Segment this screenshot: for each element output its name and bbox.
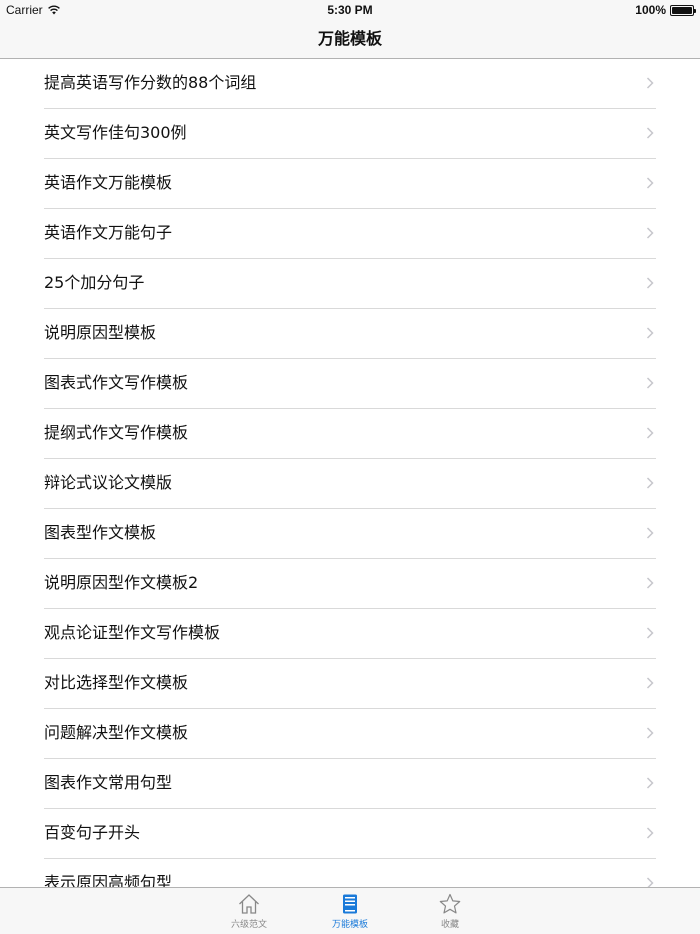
book-icon (343, 894, 357, 914)
list-item[interactable]: 说明原因型模板 (44, 309, 656, 359)
tab-model-essays[interactable]: 六级范文 (209, 888, 289, 934)
chevron-right-icon (646, 427, 654, 439)
status-bar: Carrier 5:30 PM 100% (0, 0, 700, 20)
chevron-right-icon (646, 627, 654, 639)
chevron-right-icon (646, 377, 654, 389)
tab-label: 收藏 (440, 920, 459, 930)
list-item[interactable]: 英语作文万能模板 (44, 159, 656, 209)
list-item-label: 问题解决型作文模板 (44, 723, 189, 742)
list-item-label: 说明原因型模板 (44, 323, 157, 342)
chevron-right-icon (646, 227, 654, 239)
list-item-label: 英语作文万能模板 (44, 173, 173, 192)
star-icon (439, 893, 461, 914)
chevron-right-icon (646, 527, 654, 539)
tab-favorites[interactable]: 收藏 (410, 888, 490, 934)
chevron-right-icon (646, 327, 654, 339)
list-item[interactable]: 百变句子开头 (44, 809, 656, 859)
chevron-right-icon (646, 727, 654, 739)
battery-icon (670, 4, 696, 16)
list-item[interactable]: 说明原因型作文模板2 (44, 559, 656, 609)
chevron-right-icon (646, 827, 654, 839)
list-item-label: 图表式作文写作模板 (44, 373, 189, 392)
list-item[interactable]: 图表型作文模板 (44, 509, 656, 559)
list-item[interactable]: 英语作文万能句子 (44, 209, 656, 259)
list-item-label: 观点论证型作文写作模板 (44, 623, 221, 642)
list-item[interactable]: 图表式作文写作模板 (44, 359, 656, 409)
list-item[interactable]: 表示原因高频句型 (44, 859, 656, 887)
list-item[interactable]: 辩论式议论文模版 (44, 459, 656, 509)
chevron-right-icon (646, 577, 654, 589)
list-item[interactable]: 图表作文常用句型 (44, 759, 656, 809)
list-item-label: 辩论式议论文模版 (44, 473, 173, 492)
tab-universal-templates[interactable]: 万能模板 (310, 888, 390, 934)
list-item-label: 图表型作文模板 (44, 523, 157, 542)
chevron-right-icon (646, 777, 654, 789)
template-list[interactable]: 提高英语写作分数的88个词组 英文写作佳句300例 英语作文万能模板 英语作文万能句子… (0, 59, 700, 887)
battery-percent: 100% (635, 3, 666, 17)
chevron-right-icon (646, 677, 654, 689)
list-item[interactable]: 提高英语写作分数的88个词组 (44, 59, 656, 109)
list-item-label: 英语作文万能句子 (44, 223, 173, 242)
status-right: 100% (635, 3, 696, 17)
list-item[interactable]: 提纲式作文写作模板 (44, 409, 656, 459)
tab-label: 六级范文 (230, 920, 267, 930)
list-item[interactable]: 25个加分句子 (44, 259, 656, 309)
navigation-bar: 万能模板 (0, 20, 700, 59)
list-item[interactable]: 英文写作佳句300例 (44, 109, 656, 159)
chevron-right-icon (646, 77, 654, 89)
chevron-right-icon (646, 127, 654, 139)
list-item-label: 提纲式作文写作模板 (44, 423, 189, 442)
list-item-label: 图表作文常用句型 (44, 773, 173, 792)
chevron-right-icon (646, 277, 654, 289)
list-item-label: 对比选择型作文模板 (44, 673, 189, 692)
tab-bar: 六级范文 万能模板 收藏 (0, 887, 700, 934)
list-item-label: 提高英语写作分数的88个词组 (44, 73, 257, 92)
list-item-label: 百变句子开头 (44, 823, 141, 842)
list-item[interactable]: 观点论证型作文写作模板 (44, 609, 656, 659)
chevron-right-icon (646, 177, 654, 189)
tab-label: 万能模板 (331, 920, 368, 930)
chevron-right-icon (646, 877, 654, 887)
status-time: 5:30 PM (327, 3, 373, 17)
list-item-label: 表示原因高频句型 (44, 873, 173, 887)
house-icon (239, 894, 259, 914)
list-item[interactable]: 对比选择型作文模板 (44, 659, 656, 709)
list-item-label: 英文写作佳句300例 (44, 123, 187, 142)
chevron-right-icon (646, 477, 654, 489)
page-title: 万能模板 (317, 29, 382, 48)
list-item-label: 25个加分句子 (44, 273, 145, 292)
list-item[interactable]: 问题解决型作文模板 (44, 709, 656, 759)
list-item-label: 说明原因型作文模板2 (44, 573, 199, 592)
